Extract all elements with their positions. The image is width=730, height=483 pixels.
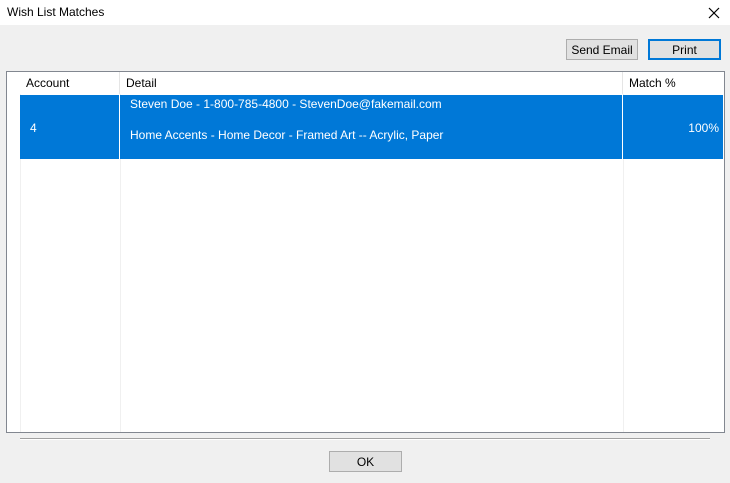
cell-detail: Steven Doe - 1-800-785-4800 - StevenDoe@… bbox=[120, 95, 623, 159]
cell-account: 4 bbox=[20, 95, 120, 159]
title-bar: Wish List Matches bbox=[0, 0, 730, 25]
footer-separator bbox=[20, 438, 710, 440]
print-button[interactable]: Print bbox=[648, 39, 721, 60]
send-email-button[interactable]: Send Email bbox=[566, 39, 638, 60]
detail-contact: Steven Doe - 1-800-785-4800 - StevenDoe@… bbox=[130, 97, 442, 111]
matches-list[interactable]: Account Detail Match % 4 Steven Doe - 1-… bbox=[6, 71, 725, 433]
close-icon bbox=[708, 7, 720, 18]
window-title: Wish List Matches bbox=[7, 5, 105, 19]
close-button[interactable] bbox=[698, 0, 730, 25]
cell-match: 100% bbox=[623, 95, 723, 159]
match-value: 100% bbox=[688, 121, 719, 135]
column-header-account[interactable]: Account bbox=[20, 72, 120, 94]
list-header: Account Detail Match % bbox=[7, 72, 724, 94]
account-value: 4 bbox=[30, 121, 37, 135]
ok-button[interactable]: OK bbox=[329, 451, 402, 472]
column-header-match[interactable]: Match % bbox=[623, 72, 724, 94]
column-header-detail[interactable]: Detail bbox=[120, 72, 623, 94]
detail-category: Home Accents - Home Decor - Framed Art -… bbox=[130, 128, 444, 142]
table-row[interactable]: 4 Steven Doe - 1-800-785-4800 - StevenDo… bbox=[20, 95, 723, 159]
